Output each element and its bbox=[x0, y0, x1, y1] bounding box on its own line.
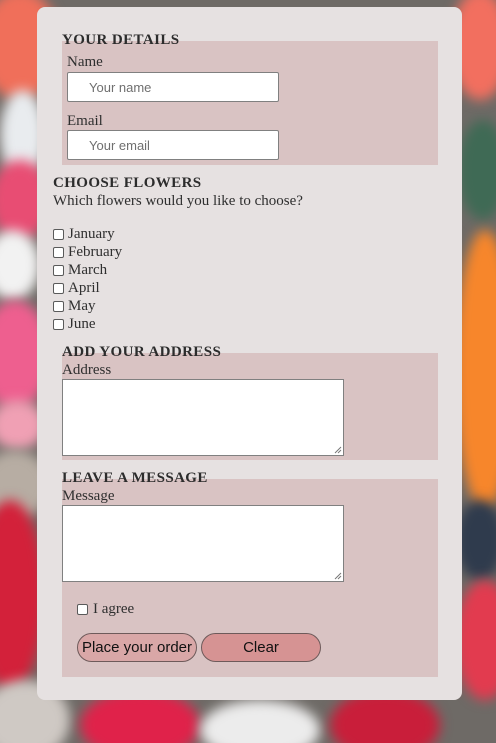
checkbox-label: June bbox=[68, 316, 96, 332]
checkbox-box[interactable] bbox=[77, 604, 88, 615]
flowers-question: Which flowers would you like to choose? bbox=[53, 193, 303, 209]
checkbox-label: March bbox=[68, 262, 108, 278]
name-input[interactable]: Your name bbox=[67, 72, 279, 102]
checkbox-box[interactable] bbox=[53, 319, 64, 330]
checkbox-april[interactable]: April bbox=[53, 280, 100, 297]
agree-checkbox[interactable]: I agree bbox=[77, 601, 134, 618]
resize-grip-icon[interactable] bbox=[334, 572, 342, 580]
checkbox-box[interactable] bbox=[53, 283, 64, 294]
checkbox-may[interactable]: May bbox=[53, 298, 96, 315]
checkbox-label: January bbox=[68, 226, 115, 242]
message-label: Message bbox=[62, 488, 115, 504]
address-label: Address bbox=[62, 362, 112, 378]
checkbox-box[interactable] bbox=[53, 229, 64, 240]
checkbox-box[interactable] bbox=[53, 301, 64, 312]
message-legend: LEAVE A MESSAGE bbox=[62, 470, 208, 486]
place-order-button[interactable]: Place your order bbox=[77, 633, 197, 662]
address-textarea[interactable] bbox=[62, 379, 344, 456]
address-legend: ADD YOUR ADDRESS bbox=[62, 344, 222, 360]
resize-grip-icon[interactable] bbox=[334, 446, 342, 454]
details-legend: YOUR DETAILS bbox=[62, 32, 180, 48]
clear-button[interactable]: Clear bbox=[201, 633, 321, 662]
message-textarea[interactable] bbox=[62, 505, 344, 582]
checkbox-january[interactable]: January bbox=[53, 226, 115, 243]
checkbox-box[interactable] bbox=[53, 265, 64, 276]
checkbox-march[interactable]: March bbox=[53, 262, 107, 279]
checkbox-box[interactable] bbox=[53, 247, 64, 258]
name-placeholder: Your name bbox=[89, 79, 152, 95]
agree-label: I agree bbox=[93, 601, 135, 617]
checkbox-june[interactable]: June bbox=[53, 316, 96, 333]
email-label: Email bbox=[67, 113, 103, 129]
checkbox-label: February bbox=[68, 244, 123, 260]
email-input[interactable]: Your email bbox=[67, 130, 279, 160]
flowers-legend: CHOOSE FLOWERS bbox=[53, 175, 202, 191]
checkbox-label: April bbox=[68, 280, 100, 296]
name-label: Name bbox=[67, 54, 103, 70]
email-placeholder: Your email bbox=[89, 137, 150, 153]
checkbox-label: May bbox=[68, 298, 96, 314]
checkbox-february[interactable]: February bbox=[53, 244, 122, 261]
